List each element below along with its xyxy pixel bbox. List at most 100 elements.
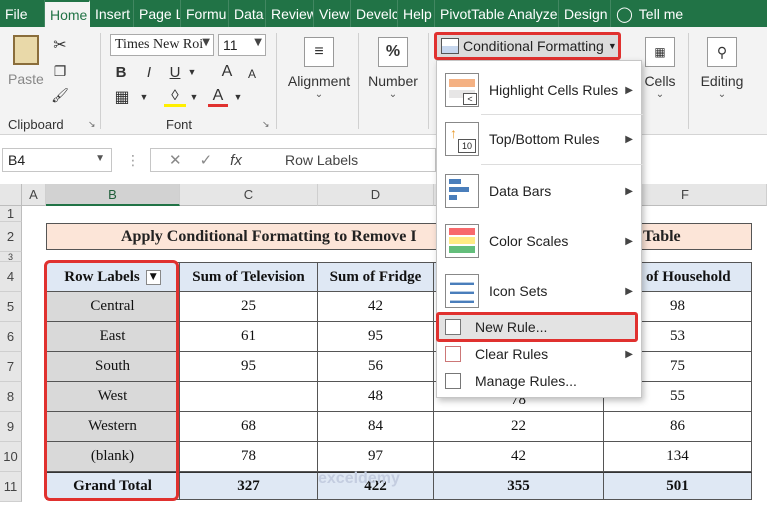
table-cell[interactable]: 97 <box>318 442 434 472</box>
font-name-select[interactable]: Times New Roi ▼ <box>110 34 214 56</box>
font-size-select[interactable]: 11 ▼ <box>218 34 266 56</box>
tell-me-search[interactable]: ◯ Tell me <box>611 0 691 27</box>
copy-icon[interactable]: ❐ <box>50 61 70 81</box>
italic-button[interactable]: I <box>140 62 158 82</box>
chevron-down-icon: ⌄ <box>314 89 324 100</box>
grand-total-cell[interactable]: 327 <box>180 472 318 500</box>
table-cell[interactable]: 25 <box>180 292 318 322</box>
table-cell[interactable]: 61 <box>180 322 318 352</box>
menu-item-manage-rules[interactable]: Manage Rules... <box>437 368 643 394</box>
table-cell[interactable]: 48 <box>318 382 434 412</box>
alignment-button[interactable]: ≡ Alignment ⌄ <box>286 37 352 100</box>
formula-input[interactable]: Row Labels <box>285 152 358 168</box>
conditional-formatting-button[interactable]: Conditional Formatting ▼ <box>434 32 621 60</box>
conditional-formatting-icon <box>441 38 459 54</box>
column-header-a[interactable]: A <box>22 184 46 206</box>
tab-home[interactable]: Home <box>45 0 90 27</box>
row-header-9[interactable]: 9 <box>0 412 22 442</box>
table-cell[interactable]: 68 <box>180 412 318 442</box>
check-icon[interactable]: ✓ <box>200 151 213 169</box>
menu-item-color-scales[interactable]: Color Scales ▶ <box>437 219 643 263</box>
menu-item-clear-rules[interactable]: Clear Rules ▶ <box>437 341 643 367</box>
table-cell[interactable]: 42 <box>434 442 604 472</box>
row-header-11[interactable]: 11 <box>0 472 22 502</box>
menu-item-data-bars[interactable]: Data Bars ▶ <box>437 169 643 213</box>
font-color-icon[interactable]: A <box>208 87 228 107</box>
table-cell[interactable]: 95 <box>318 322 434 352</box>
table-header[interactable]: Sum of Fridge <box>318 263 434 292</box>
tab-insert[interactable]: Insert <box>90 0 134 27</box>
bold-button[interactable]: B <box>112 62 130 82</box>
table-header[interactable]: Sum of Television <box>180 263 318 292</box>
menu-item-new-rule[interactable]: New Rule... <box>436 312 638 342</box>
group-separator <box>688 33 689 129</box>
cells-icon: ▦ <box>645 37 675 67</box>
font-launcher-icon[interactable]: ↘ <box>262 119 270 130</box>
number-button[interactable]: % Number ⌄ <box>366 37 420 100</box>
tab-view[interactable]: View <box>314 0 351 27</box>
grand-total-cell[interactable]: 355 <box>434 472 604 500</box>
row-header-8[interactable]: 8 <box>0 382 22 412</box>
tab-file[interactable]: File <box>0 0 45 27</box>
title-cell[interactable]: Apply Conditional Formatting to Remove I… <box>46 223 752 250</box>
row-header-2[interactable]: 2 <box>0 222 22 252</box>
menu-item-icon-sets[interactable]: ▬▬▬ ▬▬▬ ▬▬▬ Icon Sets ▶ <box>437 269 643 313</box>
increase-font-button[interactable]: A <box>218 62 236 82</box>
column-header-d[interactable]: D <box>318 184 434 206</box>
lightbulb-icon: ◯ <box>616 5 633 23</box>
paste-button[interactable]: Paste <box>8 35 44 87</box>
tab-design[interactable]: Design <box>559 0 611 27</box>
underline-button[interactable]: U <box>166 62 184 82</box>
table-cell[interactable]: 95 <box>180 352 318 382</box>
corner-select-all[interactable] <box>0 184 22 206</box>
table-cell[interactable] <box>180 382 318 412</box>
chevron-down-icon[interactable]: ▼ <box>138 87 150 107</box>
row-header-1[interactable]: 1 <box>0 206 22 222</box>
editing-button[interactable]: ⚲ Editing ⌄ <box>694 37 750 100</box>
table-cell[interactable]: 56 <box>318 352 434 382</box>
tab-help[interactable]: Help <box>398 0 435 27</box>
clipboard-launcher-icon[interactable]: ↘ <box>88 119 96 130</box>
table-cell[interactable]: 22 <box>434 412 604 442</box>
chevron-down-icon[interactable]: ▼ <box>188 87 200 107</box>
column-header-c[interactable]: C <box>180 184 318 206</box>
chevron-down-icon[interactable]: ▼ <box>232 87 244 107</box>
cut-icon[interactable]: ✂ <box>50 35 70 55</box>
table-cell[interactable]: 78 <box>180 442 318 472</box>
chevron-down-icon[interactable]: ▼ <box>186 62 198 82</box>
fx-icon[interactable]: fx <box>230 152 242 169</box>
format-painter-icon[interactable]: 🖌 <box>50 85 70 105</box>
tab-page-layout[interactable]: Page L <box>134 0 181 27</box>
row-header-6[interactable]: 6 <box>0 322 22 352</box>
row-header-3[interactable]: 3 <box>0 252 22 262</box>
menu-item-highlight-cells-rules[interactable]: < Highlight Cells Rules ▶ <box>437 69 643 111</box>
data-bars-icon <box>445 174 479 208</box>
name-box[interactable]: B4 ▼ <box>2 148 112 172</box>
tab-formulas[interactable]: Formu <box>181 0 229 27</box>
chevron-down-icon: ⌄ <box>388 89 398 100</box>
tab-pivottable-analyze[interactable]: PivotTable Analyze <box>435 0 559 27</box>
decrease-font-button[interactable]: A <box>244 65 260 83</box>
tab-developer[interactable]: Develc <box>351 0 398 27</box>
row-header-10[interactable]: 10 <box>0 442 22 472</box>
icon-sets-icon: ▬▬▬ ▬▬▬ ▬▬▬ <box>445 274 479 308</box>
tab-data[interactable]: Data <box>229 0 266 27</box>
row-header-4[interactable]: 4 <box>0 262 22 292</box>
chevron-right-icon: ▶ <box>625 285 633 297</box>
fill-color-icon[interactable]: ◊ <box>164 87 186 107</box>
cancel-icon[interactable]: ✕ <box>169 151 182 169</box>
align-icon: ≡ <box>304 37 334 67</box>
table-cell[interactable]: 84 <box>318 412 434 442</box>
row-header-7[interactable]: 7 <box>0 352 22 382</box>
grand-total-cell[interactable]: 501 <box>604 472 752 500</box>
table-cell[interactable]: 42 <box>318 292 434 322</box>
row-header-5[interactable]: 5 <box>0 292 22 322</box>
table-cell[interactable]: 134 <box>604 442 752 472</box>
tab-review[interactable]: Review <box>266 0 314 27</box>
column-header-b[interactable]: B <box>46 184 180 206</box>
table-cell[interactable]: 86 <box>604 412 752 442</box>
chevron-down-icon: ⌄ <box>655 89 665 100</box>
borders-icon[interactable]: ▦ <box>112 87 132 107</box>
menu-item-top-bottom-rules[interactable]: ↑ 10 Top/Bottom Rules ▶ <box>437 117 643 161</box>
cells-button[interactable]: ▦ Cells ⌄ <box>640 37 680 100</box>
